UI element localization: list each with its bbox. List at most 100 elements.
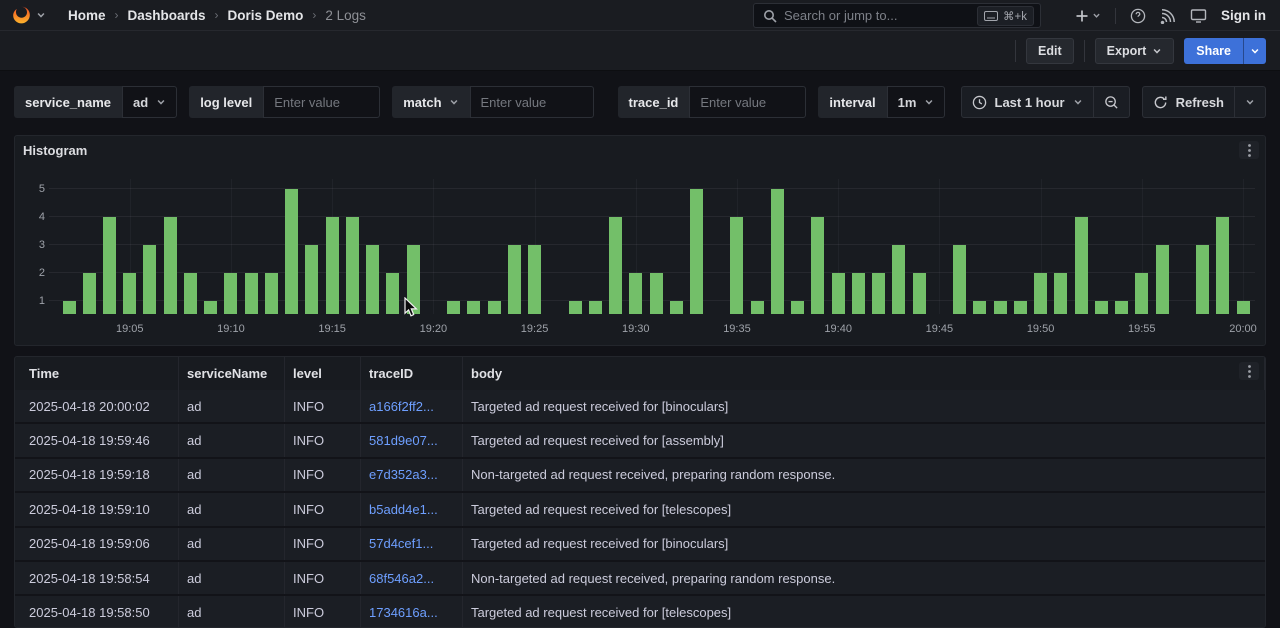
- news-icon[interactable]: [1160, 8, 1176, 24]
- breadcrumb-item-dashboards[interactable]: Dashboards: [128, 8, 206, 23]
- breadcrumb-item-doris-demo[interactable]: Doris Demo: [228, 8, 304, 23]
- trace-id-link[interactable]: a166f2ff2...: [369, 399, 434, 414]
- table-cell-time: 2025-04-18 19:59:18: [15, 459, 179, 491]
- interval-value: 1m: [898, 95, 917, 110]
- time-range-picker[interactable]: Last 1 hour: [962, 87, 1093, 117]
- service-name-label: service_name: [14, 86, 122, 118]
- trace-id-link[interactable]: 68f546a2...: [369, 571, 434, 586]
- table-cell-time: 2025-04-18 19:58:50: [15, 596, 179, 628]
- time-controls: Last 1 hour Refresh: [961, 86, 1267, 118]
- share-button[interactable]: Share: [1184, 38, 1243, 64]
- table-row: 2025-04-18 19:59:18adINFOe7d352a3...Non-…: [15, 459, 1265, 493]
- match-select[interactable]: match: [392, 86, 469, 118]
- histogram-bar: [528, 245, 541, 314]
- column-header-time[interactable]: Time: [15, 357, 179, 390]
- x-gridline: [1243, 179, 1244, 314]
- toolbar-divider: [1084, 40, 1085, 62]
- trace-id-link[interactable]: 1734616a...: [369, 605, 438, 620]
- time-range-label: Last 1 hour: [995, 95, 1065, 110]
- y-axis-tick-label: 5: [39, 183, 45, 195]
- share-menu-button[interactable]: [1243, 38, 1266, 64]
- histogram-bar: [1216, 217, 1229, 314]
- table-cell-level: INFO: [285, 596, 361, 628]
- help-icon[interactable]: [1130, 8, 1146, 24]
- search-input[interactable]: [784, 8, 977, 23]
- histogram-bar: [184, 273, 197, 314]
- histogram-bar: [690, 189, 703, 314]
- column-header-level[interactable]: level: [285, 357, 361, 390]
- chevron-down-icon: [156, 97, 166, 107]
- histogram-bar: [346, 217, 359, 314]
- histogram-bar: [103, 217, 116, 314]
- top-nav: Home›Dashboards›Doris Demo›2 Logs ⌘+k Si…: [0, 0, 1280, 31]
- service-name-select[interactable]: ad: [122, 86, 177, 118]
- chevron-down-icon: [1245, 97, 1255, 107]
- x-axis-tick-label: 19:40: [824, 323, 852, 335]
- histogram-bar: [1135, 273, 1148, 314]
- sign-in-button[interactable]: Sign in: [1221, 8, 1266, 23]
- trace-id-link[interactable]: 581d9e07...: [369, 433, 438, 448]
- match-input[interactable]: [470, 86, 594, 118]
- histogram-bar: [953, 245, 966, 314]
- histogram-bar: [326, 217, 339, 314]
- histogram-bar: [872, 273, 885, 314]
- x-axis-tick-label: 19:45: [926, 323, 954, 335]
- edit-button[interactable]: Edit: [1026, 38, 1074, 64]
- trace-id-link[interactable]: e7d352a3...: [369, 467, 438, 482]
- filter-bar: service_name ad log level match trace_id…: [14, 86, 1266, 118]
- x-axis-tick-label: 19:10: [217, 323, 245, 335]
- x-axis-tick-label: 19:20: [420, 323, 448, 335]
- grafana-logo-icon[interactable]: [11, 5, 32, 26]
- log-level-input[interactable]: [263, 86, 380, 118]
- table-cell-body: Targeted ad request received for [telesc…: [463, 493, 1265, 525]
- export-button[interactable]: Export: [1095, 38, 1175, 64]
- log-level-label: log level: [189, 86, 263, 118]
- breadcrumb-item-home[interactable]: Home: [68, 8, 106, 23]
- trace-id-link[interactable]: b5add4e1...: [369, 502, 438, 517]
- histogram-y-axis: 12345: [25, 179, 45, 314]
- zoom-out-time-button[interactable]: [1094, 87, 1129, 117]
- histogram-bar: [1156, 245, 1169, 314]
- nav-actions: Sign in: [1075, 0, 1280, 31]
- histogram-bar: [447, 301, 460, 314]
- search-bar[interactable]: ⌘+k: [753, 3, 1041, 28]
- refresh-label: Refresh: [1176, 95, 1224, 110]
- nav-divider: [1115, 8, 1116, 24]
- column-header-body[interactable]: body: [463, 357, 1265, 390]
- column-header-traceid[interactable]: traceID: [361, 357, 463, 390]
- x-gridline: [433, 179, 434, 314]
- trace-id-link[interactable]: 57d4cef1...: [369, 536, 433, 551]
- histogram-bar: [791, 301, 804, 314]
- trace-id-input[interactable]: [689, 86, 806, 118]
- monitor-icon[interactable]: [1190, 8, 1207, 24]
- refresh-interval-button[interactable]: [1235, 87, 1265, 117]
- interval-select[interactable]: 1m: [887, 86, 946, 118]
- table-cell-time: 2025-04-18 19:59:46: [15, 424, 179, 456]
- histogram-bar: [670, 301, 683, 314]
- new-menu-button[interactable]: [1075, 9, 1101, 23]
- zoom-out-icon: [1104, 95, 1119, 110]
- histogram-bar: [1014, 301, 1027, 314]
- clock-icon: [972, 95, 987, 110]
- edit-button-label: Edit: [1038, 44, 1062, 58]
- table-cell-traceid: b5add4e1...: [361, 493, 463, 525]
- histogram-bar: [994, 301, 1007, 314]
- histogram-bar: [366, 245, 379, 314]
- histogram-bar: [811, 217, 824, 314]
- panel-menu-icon[interactable]: [1239, 141, 1259, 159]
- table-cell-body: Targeted ad request received for [telesc…: [463, 596, 1265, 628]
- table-cell-traceid: 581d9e07...: [361, 424, 463, 456]
- org-switcher-chevron-icon[interactable]: [36, 10, 46, 20]
- breadcrumb-item-2-logs: 2 Logs: [325, 8, 366, 23]
- table-row: 2025-04-18 19:59:46adINFO581d9e07...Targ…: [15, 424, 1265, 458]
- filter-service-name: service_name ad: [14, 86, 177, 118]
- grafana-dashboard: { "topnav": { "breadcrumbs": [ {"label":…: [0, 0, 1280, 628]
- table-cell-traceid: a166f2ff2...: [361, 390, 463, 422]
- column-header-servicename[interactable]: serviceName: [179, 357, 285, 390]
- dashboard-toolbar: Edit Export Share: [0, 31, 1280, 71]
- table-cell-body: Targeted ad request received for [binocu…: [463, 528, 1265, 560]
- table-row: 2025-04-18 19:59:10adINFOb5add4e1...Targ…: [15, 493, 1265, 527]
- table-cell-level: INFO: [285, 390, 361, 422]
- refresh-button[interactable]: Refresh: [1143, 87, 1234, 117]
- histogram-panel-title: Histogram: [23, 143, 87, 158]
